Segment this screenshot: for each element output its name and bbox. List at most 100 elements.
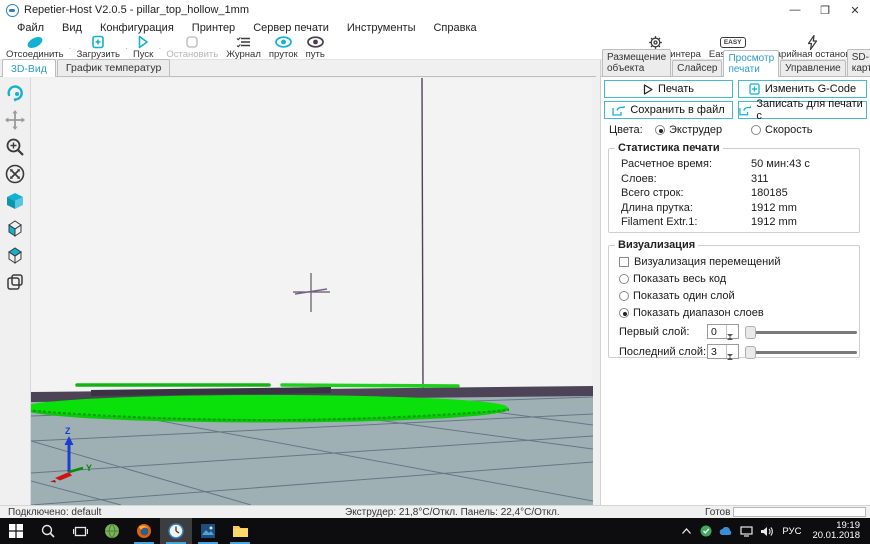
connection-status: Подключено: default [8, 507, 101, 518]
checkbox-show-travel[interactable] [619, 257, 629, 267]
top-view-button[interactable] [3, 244, 27, 266]
photos-app[interactable] [192, 518, 224, 544]
stop-icon [185, 35, 199, 49]
right-tab-bar: Размещение объекта Слайсер Просмотр печа… [601, 60, 870, 77]
status-bar: Подключено: default Экструдер: 21,8°C/От… [0, 505, 870, 518]
front-cube-icon [5, 218, 25, 238]
radio-color-speed[interactable] [751, 125, 761, 135]
first-layer-slider[interactable] [745, 325, 859, 339]
minimize-button[interactable]: — [780, 0, 810, 20]
last-layer-slider[interactable] [745, 345, 859, 359]
menu-bar: Файл Вид Конфигурация Принтер Сервер печ… [0, 20, 870, 35]
radio-show-all-code[interactable] [619, 274, 629, 284]
stat-value: 1912 mm [751, 216, 797, 228]
onedrive-tray-icon[interactable] [717, 518, 735, 544]
close-button[interactable]: ✕ [840, 0, 870, 20]
tab-print-preview[interactable]: Просмотр печати [723, 50, 779, 77]
system-tray: РУС 19:19 20.01.2018 [677, 518, 870, 544]
radio-show-all-row: Показать весь код [619, 273, 859, 285]
search-icon [41, 524, 55, 538]
radio-color-extruder[interactable] [655, 125, 665, 135]
printed-layers-disc [31, 395, 509, 423]
antivirus-tray-icon[interactable] [697, 518, 715, 544]
tab-3d-view[interactable]: 3D-Вид [2, 59, 56, 77]
save-for-sd-print-button[interactable]: Записать для печати с [738, 101, 867, 119]
start-print-button[interactable]: Пуск [129, 35, 157, 60]
network-tray-icon[interactable] [737, 518, 755, 544]
3d-viewport[interactable]: Z Y [30, 78, 592, 505]
first-layer-spinner[interactable]: 0 [707, 324, 739, 339]
window-title: Repetier-Host V2.0.5 - pillar_top_hollow… [24, 4, 249, 16]
menu-help[interactable]: Справка [424, 22, 485, 34]
stat-row-layers: Слоев:311 [621, 173, 859, 185]
print-button[interactable]: Печать [604, 80, 733, 98]
radio-layer-range-row: Показать диапазон слоев [619, 307, 859, 319]
tab-sd-card[interactable]: SD-карта [847, 49, 870, 76]
language-indicator[interactable]: РУС [777, 526, 806, 537]
move-view-button[interactable] [3, 109, 27, 131]
radio-show-single-layer[interactable] [619, 291, 629, 301]
menu-view[interactable]: Вид [53, 22, 91, 34]
tab-temperature-graph[interactable]: График температур [57, 59, 170, 76]
view-tab-bar: 3D-Вид График температур [0, 60, 596, 77]
edit-gcode-button[interactable]: Изменить G-Code [738, 80, 867, 98]
radio-show-layer-range[interactable] [619, 308, 629, 318]
load-button[interactable]: Загрузить [73, 35, 124, 60]
spin-down-icon[interactable] [727, 357, 738, 369]
isometric-view-button[interactable] [3, 190, 27, 212]
menu-printer[interactable]: Принтер [183, 22, 244, 34]
tab-manual-control[interactable]: Управление [780, 60, 846, 76]
layer-view-button[interactable] [3, 271, 27, 293]
colors-row: Цвета: Экструдер Скорость [609, 124, 867, 136]
taskbar-clock[interactable]: 19:19 20.01.2018 [808, 521, 866, 541]
progress-bar [733, 507, 866, 517]
log-button[interactable]: Журнал [222, 35, 265, 60]
show-travel-button[interactable]: путь [302, 35, 329, 60]
zoom-view-button[interactable] [3, 136, 27, 158]
radio-single-layer-row: Показать один слой [619, 290, 859, 302]
disconnect-button[interactable]: Отсоединить [2, 35, 68, 60]
repetier-host-app[interactable] [160, 518, 192, 544]
task-view-button[interactable] [64, 518, 96, 544]
slider-thumb[interactable] [745, 326, 756, 339]
show-filament-button[interactable]: пруток [265, 35, 302, 60]
isometric-cube-icon [5, 191, 25, 211]
load-file-icon [91, 35, 105, 49]
save-to-file-button[interactable]: Сохранить в файл [604, 101, 733, 119]
windows-taskbar: РУС 19:19 20.01.2018 [0, 518, 870, 544]
taskbar-search-button[interactable] [32, 518, 64, 544]
menu-config[interactable]: Конфигурация [91, 22, 183, 34]
print-statistics-group: Статистика печати Расчетное время:50 мин… [608, 148, 860, 233]
slider-thumb[interactable] [745, 346, 756, 359]
play-icon [136, 35, 150, 49]
start-button[interactable] [0, 518, 32, 544]
browser-globe-app[interactable] [96, 518, 128, 544]
maximize-button[interactable]: ❐ [810, 0, 840, 20]
radio-color-extruder-label: Экструдер [669, 124, 751, 136]
firefox-app[interactable] [128, 518, 160, 544]
menu-file[interactable]: Файл [8, 22, 53, 34]
rotate-view-button[interactable] [3, 82, 27, 104]
fit-view-button[interactable] [3, 163, 27, 185]
log-icon [236, 35, 251, 49]
photos-icon [200, 523, 216, 539]
upper-layer-line [77, 385, 458, 386]
clock-date: 20.01.2018 [812, 531, 860, 541]
menu-print-server[interactable]: Сервер печати [244, 22, 338, 34]
tab-object-placement[interactable]: Размещение объекта [602, 49, 671, 76]
tab-slicer[interactable]: Слайсер [672, 60, 722, 76]
volume-tray-icon[interactable] [757, 518, 775, 544]
show-travel-eye-icon [307, 35, 324, 49]
origin-crosshair [293, 273, 330, 312]
layers-icon [5, 272, 25, 292]
last-layer-label: Последний слой: [619, 346, 707, 358]
stat-row-time: Расчетное время:50 мин:43 с [621, 158, 859, 170]
menu-tools[interactable]: Инструменты [338, 22, 425, 34]
front-view-button[interactable] [3, 217, 27, 239]
repetier-app-icon [6, 4, 19, 17]
file-explorer-app[interactable] [224, 518, 256, 544]
right-panel: Размещение объекта Слайсер Просмотр печа… [600, 60, 870, 505]
tray-expand-icon[interactable] [677, 518, 695, 544]
last-layer-spinner[interactable]: 3 [707, 344, 739, 359]
travel-move-line [422, 78, 423, 391]
